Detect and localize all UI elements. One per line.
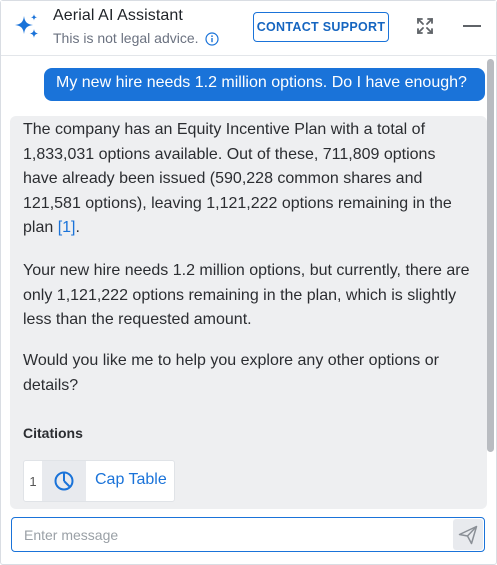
assistant-paragraph-3: Would you like me to help you explore an… bbox=[23, 352, 439, 394]
chat-area: My new hire needs 1.2 million options. D… bbox=[1, 57, 496, 509]
disclaimer-text: This is not legal advice. bbox=[53, 30, 199, 46]
paragraph-1-end: . bbox=[75, 219, 80, 237]
send-button[interactable] bbox=[453, 519, 483, 550]
inline-citation-link[interactable]: [1] bbox=[58, 219, 76, 236]
message-input[interactable] bbox=[13, 519, 449, 550]
citation-icon-box bbox=[42, 461, 86, 501]
user-message: My new hire needs 1.2 million options. D… bbox=[44, 68, 485, 101]
message-input-box bbox=[11, 517, 485, 552]
assistant-paragraph-2: Your new hire needs 1.2 million options,… bbox=[23, 262, 470, 329]
assistant-message: The company has an Equity Incentive Plan… bbox=[10, 116, 487, 509]
minimize-icon[interactable] bbox=[463, 25, 481, 27]
contact-support-button[interactable]: CONTACT SUPPORT bbox=[253, 12, 389, 42]
citations-heading: Citations bbox=[23, 425, 83, 441]
assistant-paragraph-1: The company has an Equity Incentive Plan… bbox=[23, 118, 471, 241]
pie-chart-icon bbox=[54, 471, 74, 491]
paragraph-1-text: The company has an Equity Incentive Plan… bbox=[23, 121, 452, 237]
assistant-panel: Aerial AI Assistant This is not legal ad… bbox=[0, 0, 497, 565]
scrollbar-thumb[interactable] bbox=[487, 59, 494, 452]
citation-title: Cap Table bbox=[95, 471, 167, 488]
expand-icon[interactable] bbox=[416, 17, 434, 35]
info-icon[interactable] bbox=[205, 32, 219, 46]
assistant-title: Aerial AI Assistant bbox=[53, 7, 183, 24]
citation-number: 1 bbox=[29, 473, 37, 489]
sparkle-icon bbox=[15, 14, 39, 38]
citation-card[interactable]: 1 Cap Table bbox=[23, 460, 175, 502]
header: Aerial AI Assistant This is not legal ad… bbox=[1, 1, 496, 56]
send-icon bbox=[458, 525, 478, 544]
